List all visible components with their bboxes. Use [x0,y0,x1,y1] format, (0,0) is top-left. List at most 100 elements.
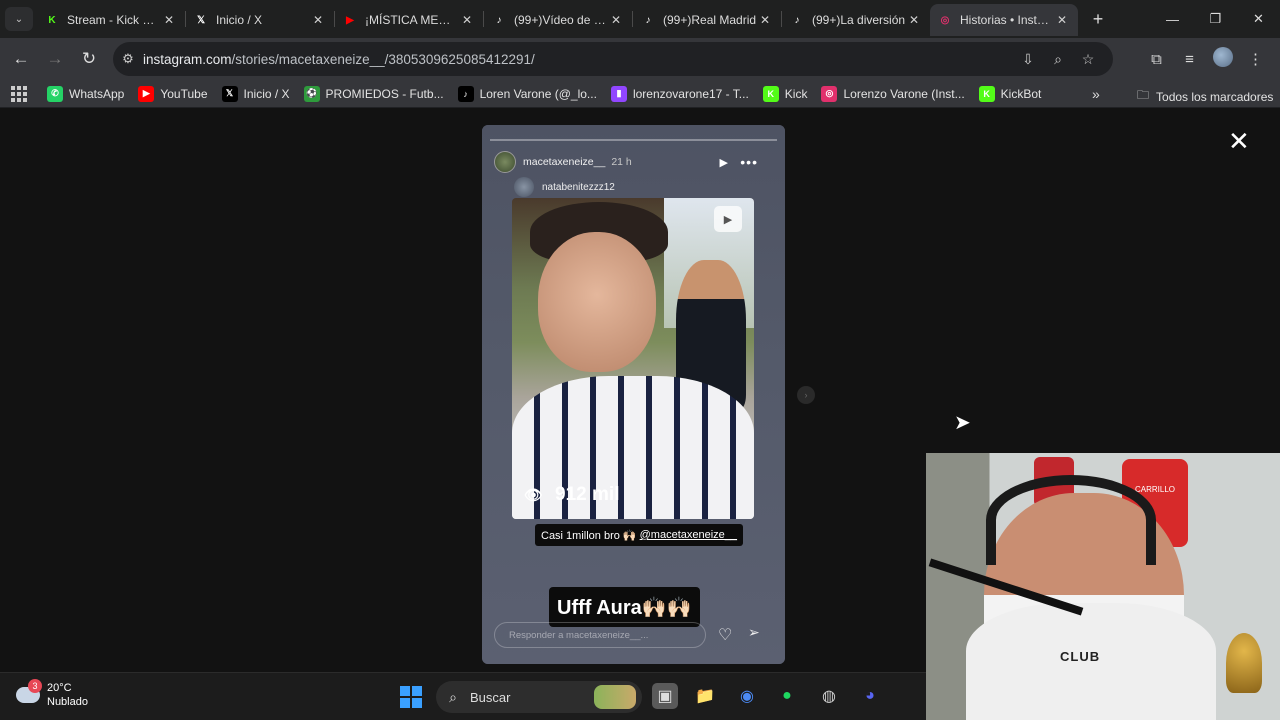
media-controls-icon[interactable]: ≡ [1173,51,1206,68]
bookmark-5[interactable]: ▮ lorenzovarone17 - T... [610,85,749,102]
video-play-icon[interactable]: ▶ [714,206,742,232]
tab-5[interactable]: ♪ (99+)La diversión ✕ [782,4,930,36]
bookmark-label: WhatsApp [69,86,125,101]
task-view-icon[interactable]: ▣ [652,683,678,709]
tab-1[interactable]: 𝕏 Inicio / X ✕ [186,4,334,36]
repost-attribution[interactable]: natabenitezzz12 [514,177,615,197]
bookmark-0[interactable]: ✆ WhatsApp [47,85,125,102]
menu-icon[interactable]: ⋮ [1239,50,1272,68]
bookmark-6[interactable]: K Kick [762,85,808,102]
zoom-icon[interactable]: ⌕ [1043,51,1073,68]
view-count: 👁 912 mil [524,484,619,506]
close-tab-icon[interactable]: ✕ [906,13,922,27]
tab-0[interactable]: K Stream - Kick Dashboard✕ [37,4,185,36]
tab-search-button[interactable]: ⌄ [5,7,33,31]
minimize-icon[interactable]: — [1151,0,1194,38]
x-icon: 𝕏 [196,14,206,26]
restore-icon[interactable]: ❐ [1194,0,1237,38]
tab-6[interactable]: ◎ Historias • Instagram✕ [930,4,1078,36]
reposted-video[interactable]: ▶ 👁 912 mil [512,198,754,519]
more-options-icon[interactable]: ••• [740,154,758,170]
tiktok-icon: ♪ [645,14,651,26]
tab-title: Stream - Kick Dashboard [67,13,161,27]
mouse-cursor-icon: ➤ [954,412,971,434]
heart-icon[interactable]: ♡ [718,625,732,645]
app-icon[interactable]: ◍ [816,683,842,709]
reload-button[interactable]: ↻ [72,42,106,76]
search-label: Buscar [470,689,511,705]
profile-avatar[interactable] [1206,47,1239,71]
tab-title: (99+)La diversión [812,13,906,27]
new-tab-button[interactable]: + [1084,9,1112,30]
close-tab-icon[interactable]: ✕ [459,13,475,27]
trophy [1226,633,1262,693]
address-bar[interactable]: ⚙ instagram.com/stories/macetaxeneize__/… [113,42,1113,76]
bookmark-label: Loren Varone (@_lo... [479,86,597,101]
mention-link[interactable]: @macetaxeneize__ [640,529,737,541]
next-story-icon[interactable]: › [797,386,815,404]
bookmark-7[interactable]: ◎ Lorenzo Varone (Inst... [821,85,965,102]
play-icon[interactable]: ▶ [720,156,728,169]
repost-username: natabenitezzz12 [542,181,615,193]
promiedos-icon: ⚽ [303,85,320,102]
bookmark-label: YouTube [160,86,208,101]
all-bookmarks-folder[interactable]: 🗀 Todos los marcadores [1137,86,1273,107]
story-card[interactable]: macetaxeneize__ 21 h ▶ ••• natabenitezzz… [482,125,785,664]
story-username[interactable]: macetaxeneize__ [523,156,605,168]
tab-3[interactable]: ♪ (99+)Vídeo de Ramiro✕ [484,4,632,36]
reply-input[interactable]: Responder a macetaxeneize__... [494,622,706,648]
tiktok-icon: ♪ [496,14,502,26]
bookmark-1[interactable]: ▶ YouTube [138,85,208,102]
send-icon[interactable]: ➢ [748,624,760,641]
kick-icon: K [48,14,56,26]
close-tab-icon[interactable]: ✕ [757,13,773,27]
windows-start-icon[interactable] [400,686,422,708]
bookmark-8[interactable]: K KickBot [978,85,1042,102]
close-tab-icon[interactable]: ✕ [1054,13,1070,27]
bookmark-star-icon[interactable]: ☆ [1073,51,1103,68]
bookmark-label: Kick [784,86,808,101]
tab-2[interactable]: ▶ ¡MÍSTICA MERENGUE✕ [335,4,483,36]
tab-4[interactable]: ♪ (99+)Real Madrid ✕ [633,4,781,36]
site-info-icon[interactable]: ⚙ [113,51,143,67]
forward-button[interactable]: → [38,42,72,76]
tab-title: (99+)Vídeo de Ramiro [514,13,608,27]
file-explorer-icon[interactable]: 📁 [692,683,718,709]
extensions-icon[interactable]: ⧉ [1140,51,1173,68]
instagram-icon: ◎ [940,14,950,26]
more-bookmarks-icon[interactable]: » [1092,86,1100,102]
apps-grid-icon[interactable] [11,85,27,102]
window-controls: — ❐ ✕ [1151,0,1280,38]
bookmark-2[interactable]: 𝕏 Inicio / X [221,85,290,102]
close-tab-icon[interactable]: ✕ [310,13,326,27]
temperature: 20°C [47,682,72,694]
eye-icon: 👁 [524,487,544,504]
bookmark-label: KickBot [1000,86,1042,101]
story-header: macetaxeneize__ 21 h ▶ ••• [494,151,774,173]
view-count-value: 912 mil [555,484,620,505]
bookmark-3[interactable]: ⚽ PROMIEDOS - Futb... [303,85,444,102]
caption-sticker: Ufff Aura🙌🏻🙌🏻 [549,587,700,627]
bookmark-4[interactable]: ♪ Loren Varone (@_lo... [457,85,597,102]
close-window-icon[interactable]: ✕ [1237,0,1280,38]
cloud-icon: 3 [16,679,42,703]
taskbar-search[interactable]: ⌕ Buscar [436,681,642,713]
search-highlight-image [594,685,636,709]
chrome-icon[interactable]: ◉ [734,683,760,709]
caption-text: Casi 1millon bro 🙌🏻 @macetaxeneize__ [535,524,744,546]
spotify-icon[interactable]: ● [774,683,800,709]
bookmark-label: lorenzovarone17 - T... [632,86,749,101]
url-text[interactable]: instagram.com/stories/macetaxeneize__/38… [143,52,535,67]
folder-icon: 🗀 [1137,88,1150,102]
headset [986,475,1156,565]
discord-icon[interactable]: ◕ [857,683,883,709]
instagram-icon: ◎ [821,85,838,102]
install-app-icon[interactable]: ⇩ [1013,51,1043,68]
weather-widget[interactable]: 3 20°C Nublado [16,679,88,709]
close-tab-icon[interactable]: ✕ [161,13,177,27]
user-avatar[interactable] [494,151,516,173]
close-icon[interactable]: ✕ [1228,128,1250,154]
close-tab-icon[interactable]: ✕ [608,13,624,27]
back-button[interactable]: ← [4,42,38,76]
twitch-icon: ▮ [610,85,627,102]
